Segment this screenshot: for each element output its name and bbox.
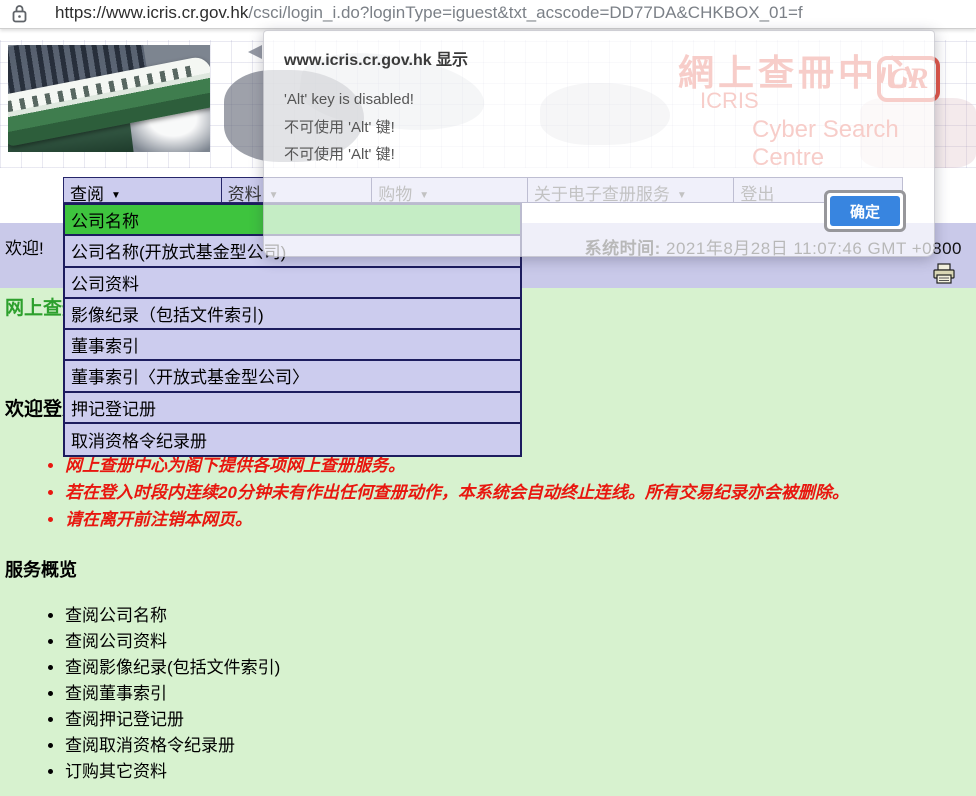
dropdown-item-disqualification-register[interactable]: 取消资格令纪录册 [65, 424, 520, 455]
service-item: 查阅押记登记册 [65, 707, 976, 733]
dropdown-item-directors-index[interactable]: 董事索引 [65, 330, 520, 361]
url-path: /csci/login_i.do?loginType=iguest&txt_ac… [248, 3, 802, 22]
service-item: 查阅影像纪录(包括文件索引) [65, 655, 976, 681]
dropdown-item-charges-register[interactable]: 押记登记册 [65, 393, 520, 424]
ok-button-focus-ring: 确定 [824, 190, 906, 232]
services-heading: 服务概览 [5, 556, 976, 582]
dropdown-item-image-records[interactable]: 影像纪录（包括文件索引) [65, 299, 520, 330]
alert-dialog: www.icris.cr.gov.hk 显示 'Alt' key is disa… [263, 30, 935, 257]
service-item: 订购其它资料 [65, 759, 976, 785]
alert-dialog-body: 'Alt' key is disabled! 不可使用 'Alt' 键! 不可使… [264, 70, 934, 169]
browser-window: https://www.icris.cr.gov.hk/csci/login_i… [0, 0, 976, 796]
notice-item: 请在离开前注销本网页。 [65, 506, 950, 533]
ok-button[interactable]: 确定 [830, 196, 900, 226]
alert-line: 不可使用 'Alt' 键! [284, 141, 914, 169]
address-bar[interactable]: https://www.icris.cr.gov.hk/csci/login_i… [0, 0, 976, 29]
lock-icon[interactable] [11, 4, 28, 29]
printer-icon [932, 263, 956, 285]
notice-list: 网上查册中心为阁下提供各项网上查册服务。 若在登入时段内连续20分钟未有作出任何… [0, 452, 950, 533]
ferry-photo [8, 45, 210, 152]
service-item: 查阅公司资料 [65, 629, 976, 655]
alert-line: 'Alt' key is disabled! [284, 86, 914, 114]
menu-item-search[interactable]: 查阅 [64, 178, 222, 202]
welcome-text: 欢迎! [5, 234, 44, 259]
chevron-down-icon [104, 185, 121, 202]
url-text[interactable]: https://www.icris.cr.gov.hk/csci/login_i… [55, 3, 803, 23]
banner-decor-shape [248, 45, 262, 59]
dropdown-item-company-particulars[interactable]: 公司资料 [65, 268, 520, 299]
alert-line: 不可使用 'Alt' 键! [284, 114, 914, 142]
service-item: 查阅取消资格令纪录册 [65, 733, 976, 759]
url-host: https://www.icris.cr.gov.hk [55, 3, 248, 22]
dropdown-item-directors-index-ofc[interactable]: 董事索引〈开放式基金型公司〉 [65, 361, 520, 392]
print-button[interactable] [932, 263, 956, 285]
service-item: 查阅公司名称 [65, 603, 976, 629]
service-item: 查阅董事索引 [65, 681, 976, 707]
alert-dialog-title: www.icris.cr.gov.hk 显示 [264, 31, 934, 70]
services-list: 查阅公司名称 查阅公司资料 查阅影像纪录(包括文件索引) 查阅董事索引 查阅押记… [0, 603, 976, 785]
notice-item: 若在登入时段内连续20分钟未有作出任何查册动作，本系统会自动终止连线。所有交易纪… [65, 479, 950, 506]
